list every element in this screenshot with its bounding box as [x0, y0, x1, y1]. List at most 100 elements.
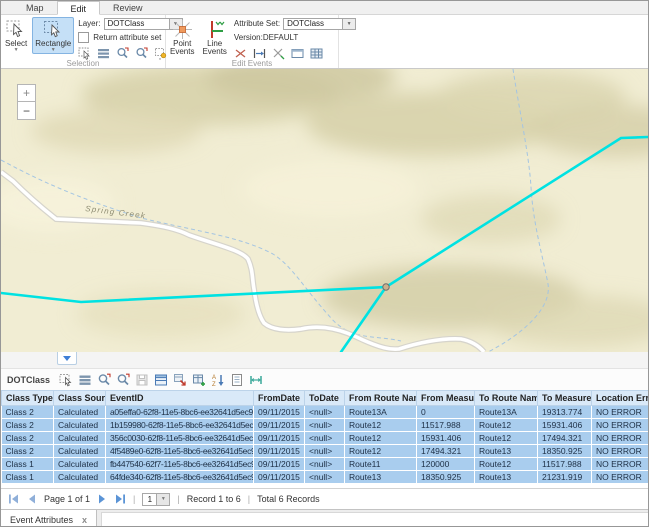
line-events-icon: [204, 19, 225, 40]
pan-to-selection-icon[interactable]: [115, 372, 130, 387]
table-row[interactable]: Class 2Calculateda05effa0-62f8-11e5-8bc6…: [2, 406, 649, 419]
column-header[interactable]: Class Type: [2, 391, 54, 406]
table-row[interactable]: Class 1Calculatedfb447540-62f7-11e5-8bc6…: [2, 458, 649, 471]
previous-page-button[interactable]: [26, 494, 37, 504]
cell: <null>: [305, 419, 345, 432]
empty-tab-strip: [101, 512, 648, 527]
cell: Route13: [475, 471, 538, 484]
table-row[interactable]: Class 2Calculated356c0030-62f8-11e5-8bc6…: [2, 432, 649, 445]
cell: 21231.919: [538, 471, 592, 484]
cell: Calculated: [54, 432, 106, 445]
total-records-text: Total 6 Records: [257, 494, 320, 504]
cell: NO ERROR: [592, 406, 649, 419]
point-events-button[interactable]: Point Events: [167, 17, 197, 58]
tab-event-attributes[interactable]: Event Attributes x: [1, 510, 97, 527]
cell: Route12: [345, 445, 417, 458]
rectangle-select-icon: [43, 19, 63, 39]
cell: 09/11/2015: [254, 445, 305, 458]
cell: 120000: [417, 458, 475, 471]
chevron-down-icon[interactable]: ▼: [51, 48, 56, 52]
chevron-down-icon[interactable]: ▼: [14, 48, 19, 52]
column-header[interactable]: EventID: [106, 391, 254, 406]
attribute-set-value: DOTClass: [283, 18, 342, 30]
column-header[interactable]: Location Error: [592, 391, 649, 406]
cell: 09/11/2015: [254, 471, 305, 484]
switch-table-icon[interactable]: [153, 372, 168, 387]
map-zoom-control: + −: [17, 84, 36, 120]
cell: fb447540-62f7-11e5-8bc6-ee32641d5ec9: [106, 458, 254, 471]
cell: Route13A: [345, 406, 417, 419]
cell: 15931.406: [417, 432, 475, 445]
cell: Route13: [345, 471, 417, 484]
cell: NO ERROR: [592, 432, 649, 445]
cell: Class 2: [2, 419, 54, 432]
cell: 17494.321: [417, 445, 475, 458]
line-events-button[interactable]: Line Events: [199, 17, 229, 58]
panel-title: DOTClass: [7, 375, 50, 385]
cell: Route12: [475, 432, 538, 445]
select-tool-icon: [6, 19, 26, 39]
ribbon-tab-strip: Map Edit Review: [1, 1, 648, 15]
table-row[interactable]: Class 2Calculated4f5489e0-62f8-11e5-8bc6…: [2, 445, 649, 458]
cell: 15931.406: [538, 419, 592, 432]
application-window: Map Edit Review Select ▼: [0, 0, 649, 527]
route-junction-marker[interactable]: [383, 284, 389, 290]
table-row[interactable]: Class 1Calculated64fde340-62f8-11e5-8bc6…: [2, 471, 649, 484]
first-page-button[interactable]: [8, 494, 19, 504]
zoom-in-button[interactable]: +: [17, 84, 36, 102]
svg-text:Z: Z: [212, 382, 216, 387]
tab-edit[interactable]: Edit: [57, 1, 101, 15]
layer-value: DOTClass: [104, 18, 169, 30]
version-label: Version:: [234, 33, 263, 42]
cell: Calculated: [54, 445, 106, 458]
show-selected-records-icon[interactable]: [77, 372, 92, 387]
select-button[interactable]: Select ▼: [2, 17, 30, 54]
collapse-panel-button[interactable]: [57, 352, 77, 365]
chevron-down-icon[interactable]: ▼: [157, 493, 170, 506]
remove-from-selection-icon[interactable]: [172, 372, 187, 387]
pagination-bar: Page 1 of 1 | 1 ▼ | Record 1 to 6 | Tota…: [1, 488, 648, 509]
table-header-row: Class TypeClass SourceEventIDFromDateToD…: [2, 391, 649, 406]
map-canvas[interactable]: Spring Creek + −: [1, 69, 648, 352]
attribute-set-label: Attribute Set:: [234, 19, 280, 28]
return-attribute-set-checkbox[interactable]: [78, 32, 89, 43]
tab-event-attributes-label: Event Attributes: [10, 515, 73, 525]
point-events-icon: [172, 19, 193, 40]
cell: 18350.925: [417, 471, 475, 484]
append-to-selection-icon[interactable]: [191, 372, 206, 387]
sort-records-icon[interactable]: AZ: [210, 372, 225, 387]
column-header[interactable]: To Route Name: [475, 391, 538, 406]
rectangle-button[interactable]: Rectangle ▼: [32, 17, 74, 54]
panel-splitter[interactable]: [1, 352, 648, 369]
zoom-to-selection-icon[interactable]: [96, 372, 111, 387]
attribute-panel-toolbar: DOTClass AZ: [1, 369, 648, 390]
cell: <null>: [305, 445, 345, 458]
select-features-icon[interactable]: [58, 372, 73, 387]
save-edits-icon[interactable]: [134, 372, 149, 387]
table-row[interactable]: Class 2Calculated1b159980-62f8-11e5-8bc6…: [2, 419, 649, 432]
column-header[interactable]: From Route Name: [345, 391, 417, 406]
cell: Route12: [475, 419, 538, 432]
next-page-button[interactable]: [97, 494, 108, 504]
column-header[interactable]: Class Source: [54, 391, 106, 406]
tab-map[interactable]: Map: [13, 1, 57, 14]
column-header[interactable]: From Measure: [417, 391, 475, 406]
open-attributes-icon[interactable]: [229, 372, 244, 387]
close-icon[interactable]: x: [82, 515, 87, 525]
zoom-out-button[interactable]: −: [17, 102, 36, 120]
tab-review[interactable]: Review: [100, 1, 156, 14]
column-header[interactable]: ToDate: [305, 391, 345, 406]
column-header[interactable]: FromDate: [254, 391, 305, 406]
cell: a05effa0-62f8-11e5-8bc6-ee32641d5ec9: [106, 406, 254, 419]
last-page-button[interactable]: [115, 494, 126, 504]
edit-events-group-label: Edit Events: [166, 59, 338, 68]
cell: <null>: [305, 458, 345, 471]
cell: Route12: [345, 432, 417, 445]
cell: Route13A: [475, 406, 538, 419]
cell: Class 2: [2, 432, 54, 445]
column-header[interactable]: To Measure: [538, 391, 592, 406]
measure-selection-icon[interactable]: [248, 372, 263, 387]
cell: Route12: [475, 458, 538, 471]
cell: Class 1: [2, 471, 54, 484]
page-number-combobox[interactable]: 1 ▼: [142, 493, 170, 506]
